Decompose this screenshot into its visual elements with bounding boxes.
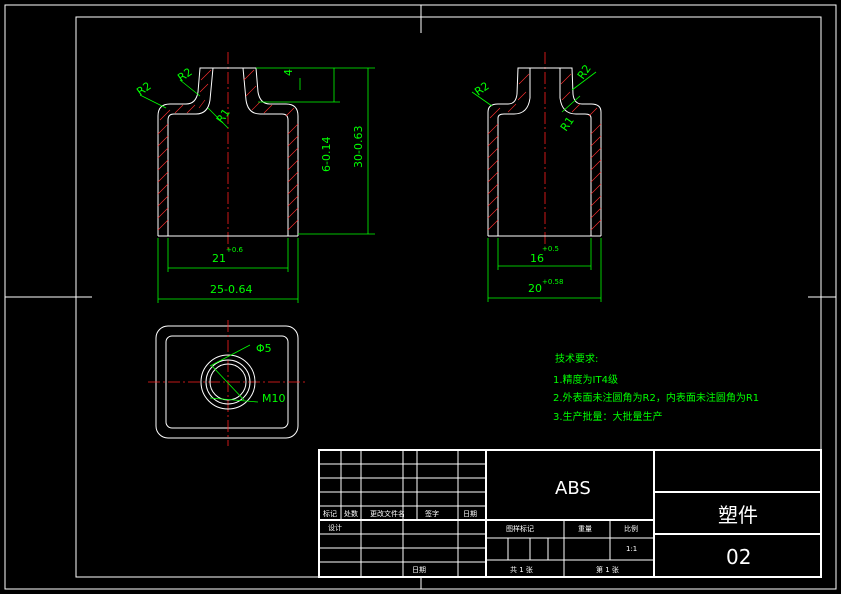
radius-outer2-label: R2 (175, 65, 194, 84)
tech-note-3: 3.生产批量：大批量生产 (553, 410, 663, 423)
radius-inner-label: R1 (214, 106, 233, 125)
front-section-view-right: R2 R2 R1 16 +0.5 20 +0.58 (471, 52, 602, 302)
rev-header-2: 更改文件名 (370, 509, 405, 518)
tech-note-2: 2.外表面未注圆角为R2，内表面未注圆角为R1 (553, 391, 759, 404)
thread-label: M10 (262, 392, 286, 405)
stage-header-1: 重量 (578, 525, 592, 533)
radius-right-a: R2 (472, 79, 491, 98)
dim-right-outer-width: 20 (528, 282, 542, 295)
dim-top-depth: 4 (282, 69, 295, 76)
dim-right-outer-tol: +0.58 (542, 278, 563, 286)
dim-inner-width-tol: +0.6 (226, 246, 244, 254)
rev-header-4: 日期 (463, 510, 477, 518)
row-date: 日期 (412, 566, 426, 574)
radius-right-c: R1 (558, 114, 577, 133)
technical-requirements: 技术要求: 1.精度为IT4级 2.外表面未注圆角为R2，内表面未注圆角为R1 … (553, 352, 759, 423)
tech-note-1: 1.精度为IT4级 (553, 373, 618, 386)
stage-header-2: 比例 (624, 524, 638, 533)
rev-header-3: 签字 (425, 509, 439, 518)
title-block: 标记 处数 更改文件名 签字 日期 设计 日期 ABS 图样标记 重量 比例 1… (318, 449, 822, 578)
material: ABS (555, 478, 591, 499)
sheets-total: 共 1 张 (510, 565, 533, 574)
cad-drawing: 4 6-0.14 30-0.63 21 +0.6 25-0.64 R2 R2 R… (4, 4, 837, 590)
dim-total-height: 30-0.63 (352, 126, 365, 168)
rev-header-0: 标记 (323, 509, 337, 518)
dim-right-inner-width: 16 (530, 252, 544, 265)
sheet-no: 第 1 张 (596, 565, 619, 574)
part-name: 塑件 (718, 503, 758, 527)
dim-inner-width: 21 (212, 252, 226, 265)
dia-label: Φ5 (256, 342, 272, 355)
rev-header-1: 处数 (344, 509, 358, 518)
radius-outer-label: R2 (134, 79, 153, 98)
stage-header-0: 图样标记 (506, 524, 534, 533)
front-section-view-left: 4 6-0.14 30-0.63 21 +0.6 25-0.64 R2 R2 R… (134, 52, 375, 303)
tech-notes-title: 技术要求: (555, 352, 598, 365)
drawing-number: 02 (726, 545, 751, 569)
dim-inner-height: 6-0.14 (320, 137, 333, 172)
scale: 1:1 (626, 545, 637, 553)
top-view: Φ5 M10 (148, 320, 308, 446)
dim-right-inner-tol: +0.5 (542, 245, 559, 253)
dim-outer-width: 25-0.64 (210, 283, 252, 296)
sheet-border (4, 4, 837, 590)
radius-right-b: R2 (575, 62, 594, 81)
row-design: 设计 (328, 523, 342, 532)
